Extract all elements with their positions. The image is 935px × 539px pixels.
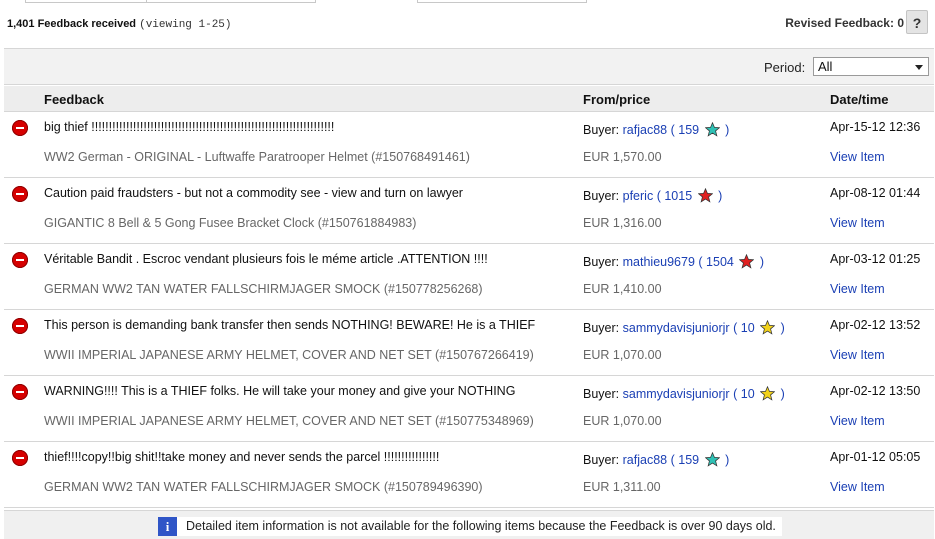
buyer-info: Buyer: sammydavisjuniorjr ( 10 ) — [583, 386, 785, 401]
item-price: EUR 1,570.00 — [583, 150, 662, 164]
feedback-score-link[interactable]: 10 — [741, 387, 755, 401]
negative-feedback-icon — [12, 252, 28, 268]
buyer-username-link[interactable]: sammydavisjuniorjr — [623, 387, 730, 401]
red-star-icon[interactable] — [739, 254, 755, 269]
info-message: i Detailed item information is not avail… — [158, 517, 782, 536]
buyer-info: Buyer: rafjac88 ( 159 ) — [583, 452, 730, 467]
period-label: Period: — [764, 60, 806, 75]
item-title: WWII IMPERIAL JAPANESE ARMY HELMET, COVE… — [44, 414, 534, 428]
period-selected-value: All — [818, 59, 833, 74]
yellow-star-icon[interactable] — [760, 386, 776, 401]
column-header-feedback[interactable]: Feedback — [44, 92, 104, 107]
red-star-icon[interactable] — [697, 188, 713, 203]
table-row: WARNING!!!! This is a THIEF folks. He wi… — [4, 376, 934, 442]
buyer-label: Buyer: — [583, 387, 620, 401]
buyer-info: Buyer: mathieu9679 ( 1504 ) — [583, 254, 764, 269]
buyer-label: Buyer: — [583, 123, 620, 137]
period-select[interactable]: All — [813, 57, 929, 76]
feedback-summary: 1,401 Feedback received (viewing 1-25) — [7, 18, 232, 31]
negative-feedback-icon — [12, 450, 28, 466]
feedback-comment: big thief !!!!!!!!!!!!!!!!!!!!!!!!!!!!!!… — [44, 120, 335, 134]
table-row: Véritable Bandit . Escroc vendant plusie… — [4, 244, 934, 310]
negative-feedback-icon — [12, 186, 28, 202]
negative-feedback-icon — [12, 120, 28, 136]
feedback-score-link[interactable]: 10 — [741, 321, 755, 335]
buyer-username-link[interactable]: rafjac88 — [623, 123, 667, 137]
yellow-star-icon[interactable] — [760, 320, 776, 335]
item-title: GERMAN WW2 TAN WATER FALLSCHIRMJAGER SMO… — [44, 282, 483, 296]
negative-feedback-icon — [12, 318, 28, 334]
buyer-label: Buyer: — [583, 255, 620, 269]
feedback-comment: thief!!!!copy!!big shit!!take money and … — [44, 450, 440, 464]
item-price: EUR 1,070.00 — [583, 414, 662, 428]
feedback-comment: WARNING!!!! This is a THIEF folks. He wi… — [44, 384, 516, 398]
buyer-label: Buyer: — [583, 321, 620, 335]
feedback-score-link[interactable]: 1504 — [706, 255, 734, 269]
feedback-date: Apr-01-12 05:05 — [830, 450, 921, 464]
table-row: This person is demanding bank transfer t… — [4, 310, 934, 376]
feedback-date: Apr-15-12 12:36 — [830, 120, 921, 134]
feedback-comment: This person is demanding bank transfer t… — [44, 318, 536, 332]
tab-strip — [0, 0, 935, 3]
table-row: big thief !!!!!!!!!!!!!!!!!!!!!!!!!!!!!!… — [4, 112, 934, 178]
item-price: EUR 1,316.00 — [583, 216, 662, 230]
item-price: EUR 1,070.00 — [583, 348, 662, 362]
item-title: WW2 German - ORIGINAL - Luftwaffe Paratr… — [44, 150, 470, 164]
info-bar: i Detailed item information is not avail… — [4, 510, 934, 539]
feedback-date: Apr-02-12 13:52 — [830, 318, 921, 332]
buyer-info: Buyer: rafjac88 ( 159 ) — [583, 122, 730, 137]
item-title: GIGANTIC 8 Bell & 5 Gong Fusee Bracket C… — [44, 216, 417, 230]
feedback-date: Apr-02-12 13:50 — [830, 384, 921, 398]
tab-fragment[interactable] — [146, 0, 316, 3]
item-title: GERMAN WW2 TAN WATER FALLSCHIRMJAGER SMO… — [44, 480, 483, 494]
turquoise-star-icon[interactable] — [704, 452, 720, 467]
tab-fragment[interactable] — [417, 0, 587, 3]
help-button[interactable]: ? — [906, 10, 928, 34]
feedback-date: Apr-08-12 01:44 — [830, 186, 921, 200]
feedback-comment: Véritable Bandit . Escroc vendant plusie… — [44, 252, 488, 266]
buyer-info: Buyer: sammydavisjuniorjr ( 10 ) — [583, 320, 785, 335]
feedback-count: 1,401 Feedback received — [7, 18, 137, 30]
buyer-username-link[interactable]: sammydavisjuniorjr — [623, 321, 730, 335]
revised-feedback-count: Revised Feedback: 0 — [785, 16, 904, 30]
viewing-range: (viewing 1-25) — [139, 19, 232, 31]
item-title: WWII IMPERIAL JAPANESE ARMY HELMET, COVE… — [44, 348, 534, 362]
column-header-date-time[interactable]: Date/time — [830, 92, 889, 107]
buyer-label: Buyer: — [583, 189, 620, 203]
view-item-link[interactable]: View Item — [830, 414, 885, 428]
info-icon: i — [158, 517, 177, 536]
feedback-score-link[interactable]: 159 — [678, 123, 699, 137]
turquoise-star-icon[interactable] — [704, 122, 720, 137]
view-item-link[interactable]: View Item — [830, 150, 885, 164]
tab-fragment[interactable] — [25, 0, 147, 3]
view-item-link[interactable]: View Item — [830, 480, 885, 494]
column-header-from-price[interactable]: From/price — [583, 92, 650, 107]
view-item-link[interactable]: View Item — [830, 282, 885, 296]
feedback-comment: Caution paid fraudsters - but not a comm… — [44, 186, 463, 200]
buyer-username-link[interactable]: pferic — [623, 189, 654, 203]
item-price: EUR 1,410.00 — [583, 282, 662, 296]
negative-feedback-icon — [12, 384, 28, 400]
view-item-link[interactable]: View Item — [830, 348, 885, 362]
item-price: EUR 1,311.00 — [583, 480, 661, 494]
filter-bar: Period: All — [4, 48, 934, 85]
info-text: Detailed item information is not availab… — [186, 519, 776, 533]
feedback-score-link[interactable]: 1015 — [664, 189, 692, 203]
chevron-down-icon — [915, 65, 923, 70]
table-row: Caution paid fraudsters - but not a comm… — [4, 178, 934, 244]
view-item-link[interactable]: View Item — [830, 216, 885, 230]
feedback-score-link[interactable]: 159 — [678, 453, 699, 467]
buyer-info: Buyer: pferic ( 1015 ) — [583, 188, 723, 203]
buyer-username-link[interactable]: rafjac88 — [623, 453, 667, 467]
feedback-date: Apr-03-12 01:25 — [830, 252, 921, 266]
table-row: thief!!!!copy!!big shit!!take money and … — [4, 442, 934, 508]
buyer-username-link[interactable]: mathieu9679 — [623, 255, 695, 269]
buyer-label: Buyer: — [583, 453, 620, 467]
table-header: Feedback From/price Date/time — [4, 86, 934, 112]
